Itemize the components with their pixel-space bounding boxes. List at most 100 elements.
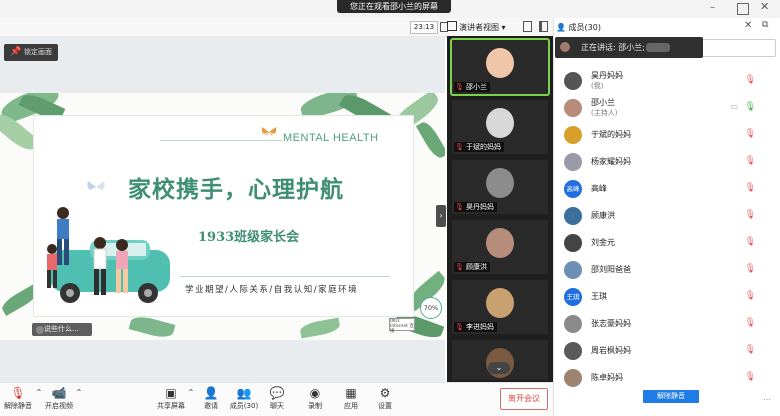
- member-name: 杨家耀妈妈: [591, 157, 631, 166]
- maximize-icon[interactable]: [737, 3, 749, 15]
- apps-button[interactable]: ▦ 应用: [340, 385, 362, 413]
- video-tile[interactable]: [452, 340, 548, 380]
- participant-video: [486, 168, 514, 198]
- member-name: 周岩枫妈妈: [591, 346, 631, 355]
- leave-meeting-button[interactable]: 离开会议: [500, 388, 548, 410]
- video-tile[interactable]: 于斌的妈妈 🎙: [452, 100, 548, 154]
- minimize-icon[interactable]: –: [710, 3, 722, 15]
- unmute-all-button[interactable]: 解除静音: [643, 390, 699, 403]
- network-speed-badge: 0K/s Internet 连接: [389, 318, 415, 334]
- sidebar-toggle-icon[interactable]: [539, 21, 548, 32]
- member-row[interactable]: 昊丹妈妈 (我) 🎙: [556, 70, 778, 92]
- mic-off-icon[interactable]: 🎙: [745, 372, 756, 382]
- member-name: 邵小兰: [591, 98, 615, 107]
- share-screen-icon: ▣: [165, 386, 177, 400]
- audio-options-chevron[interactable]: ⌃: [34, 385, 44, 413]
- chevron-down-icon: ▾: [501, 23, 506, 32]
- grid-icon: [447, 21, 457, 31]
- unmute-button[interactable]: 🎙 解除静音: [2, 385, 34, 413]
- mic-off-icon: 🎙: [10, 386, 26, 400]
- fullscreen-icon[interactable]: [523, 21, 532, 32]
- members-panel-header: 👤 成员(30): [556, 21, 676, 35]
- mic-off-icon[interactable]: 🎙: [745, 75, 756, 85]
- member-name: 昊丹妈妈: [591, 71, 623, 80]
- member-row[interactable]: 于斌的妈妈 🎙: [556, 124, 778, 146]
- mic-off-icon[interactable]: 🎙: [745, 318, 756, 328]
- avatar: [564, 315, 582, 333]
- member-name: 陈卓妈妈: [591, 373, 623, 382]
- speaker-view-label: 演讲者视图: [459, 23, 499, 32]
- members-button[interactable]: 👥 成员(30): [229, 385, 259, 413]
- lock-screen-label: 锁定画面: [24, 48, 52, 56]
- panel-close-icon[interactable]: ✕: [744, 20, 756, 32]
- member-name: 顾康洪: [591, 211, 615, 220]
- members-title: 成员(30): [568, 23, 601, 32]
- mic-off-icon[interactable]: 🎙: [745, 345, 756, 355]
- close-icon[interactable]: ✕: [760, 0, 774, 14]
- member-name: 邵刘阳爸爸: [591, 265, 631, 274]
- avatar: [564, 72, 582, 90]
- chat-button[interactable]: 💬 聊天: [266, 385, 288, 413]
- share-options-chevron[interactable]: ⌃: [186, 385, 196, 413]
- member-row[interactable]: 张志豪妈妈 🎙: [556, 313, 778, 335]
- member-name: 于斌的妈妈: [591, 130, 631, 139]
- expand-arrow-icon[interactable]: ›: [436, 205, 446, 227]
- butterfly-icon: [86, 180, 106, 194]
- slide-english-title: MENTAL HEALTH: [283, 132, 379, 144]
- avatar: [564, 126, 582, 144]
- share-screen-button[interactable]: ▣ 共享屏幕: [156, 385, 186, 413]
- member-row[interactable]: 刘金元 🎙: [556, 232, 778, 254]
- network-indicator: 70%: [420, 297, 442, 319]
- avatar: [564, 369, 582, 387]
- member-row[interactable]: 高峰 高峰 🎙: [556, 178, 778, 200]
- divider-line: [180, 276, 390, 277]
- invite-icon: 👤: [203, 386, 219, 400]
- video-options-chevron[interactable]: ⌃: [74, 385, 84, 413]
- invite-button[interactable]: 👤 邀请: [200, 385, 222, 413]
- member-row[interactable]: 周岩枫妈妈 🎙: [556, 340, 778, 362]
- member-row[interactable]: 顾康洪 🎙: [556, 205, 778, 227]
- mic-off-icon[interactable]: 🎙: [745, 183, 756, 193]
- participant-video: [486, 108, 514, 138]
- participant-video: [486, 288, 514, 318]
- gear-icon: ⚙: [379, 386, 391, 400]
- member-row[interactable]: 邵小兰 (主持人) ▭ 🎙: [556, 97, 778, 119]
- video-tile[interactable]: 李进妈妈 🎙: [452, 280, 548, 334]
- video-tile[interactable]: 昊丹妈妈 🎙: [452, 160, 548, 214]
- scroll-down-icon[interactable]: ⌄: [488, 362, 510, 374]
- mic-off-icon[interactable]: 🎙: [745, 129, 756, 139]
- member-row[interactable]: 邵刘阳爸爸 🎙: [556, 259, 778, 281]
- mic-off-icon[interactable]: 🎙: [745, 210, 756, 220]
- meeting-timer: 23:13: [410, 21, 438, 34]
- member-row[interactable]: 杨家耀妈妈 🎙: [556, 151, 778, 173]
- members-icon: 👤: [556, 23, 566, 32]
- member-row[interactable]: 王琪 王琪 🎙: [556, 286, 778, 308]
- speaker-view-dropdown[interactable]: 演讲者视图 ▾: [447, 21, 511, 33]
- member-row[interactable]: 陈卓妈妈 🎙: [556, 367, 778, 389]
- avatar: 高峰: [564, 180, 582, 198]
- speaker-avatar-blurred: [646, 43, 670, 52]
- mic-off-icon[interactable]: 🎙: [745, 237, 756, 247]
- speaking-label: 正在讲话: 邵小兰;: [581, 43, 645, 52]
- start-video-button[interactable]: 📹 开启视频: [44, 385, 74, 413]
- mic-off-icon[interactable]: 🎙: [745, 264, 756, 274]
- record-button[interactable]: ◉ 录制: [304, 385, 326, 413]
- more-icon[interactable]: ⋯: [763, 395, 773, 405]
- speaking-indicator: 正在讲话: 邵小兰;: [555, 37, 703, 58]
- video-tile[interactable]: 顾康洪 🎙: [452, 220, 548, 274]
- mic-off-icon[interactable]: 🎙: [745, 291, 756, 301]
- avatar: [564, 153, 582, 171]
- mic-on-icon[interactable]: 🎙: [745, 102, 756, 112]
- member-role: (我): [591, 82, 604, 90]
- mic-off-icon[interactable]: 🎙: [745, 156, 756, 166]
- participant-video: [486, 228, 514, 258]
- panel-popout-icon[interactable]: ⧉: [762, 20, 774, 32]
- settings-button[interactable]: ⚙ 设置: [374, 385, 396, 413]
- chevron-up-icon: ⌃: [187, 388, 195, 397]
- pin-icon: 📌: [10, 47, 22, 57]
- video-tile[interactable]: 邵小兰 🎙: [450, 38, 550, 96]
- leaf-decoration: [128, 313, 176, 340]
- mic-off-icon: 🎙: [455, 203, 464, 211]
- record-icon: ◉: [309, 386, 321, 400]
- avatar: 王琪: [564, 288, 582, 306]
